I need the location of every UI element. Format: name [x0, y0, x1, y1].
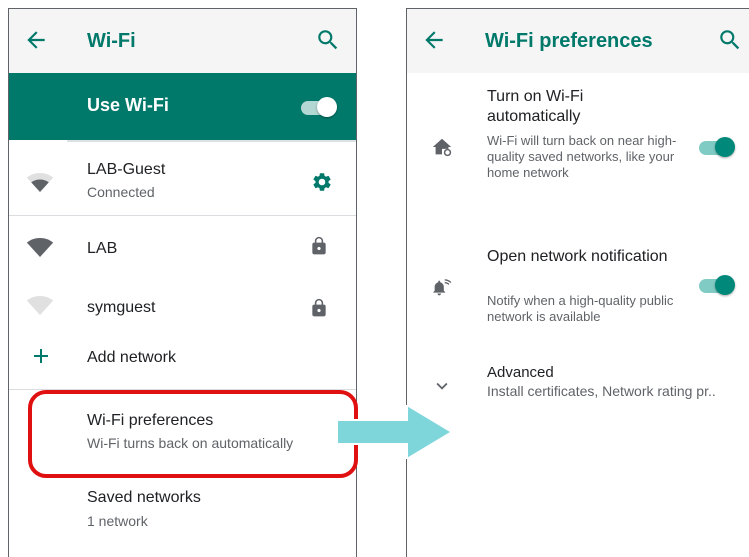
- page-title: Wi-Fi preferences: [485, 30, 653, 52]
- switch-thumb: [317, 97, 337, 117]
- settings-gear-icon[interactable]: [311, 171, 333, 193]
- add-network-item[interactable]: Add network: [9, 332, 356, 390]
- open-network-notification-item[interactable]: Open network notification Notify when a …: [407, 233, 749, 343]
- use-wifi-label: Use Wi-Fi: [87, 95, 169, 115]
- network-name: LAB-Guest: [87, 161, 166, 178]
- highlight-box: [28, 390, 358, 478]
- switch-thumb: [715, 275, 735, 295]
- network-item-lab[interactable]: LAB: [9, 216, 356, 274]
- turn-on-wifi-automatically-item[interactable]: Turn on Wi-Fi automatically Wi-Fi will t…: [407, 73, 749, 223]
- network-item-lab-guest[interactable]: LAB-Guest Connected: [9, 149, 356, 215]
- auto-wifi-subtitle: Wi-Fi will turn back on near high-qualit…: [487, 133, 677, 180]
- saved-networks-item[interactable]: Saved networks 1 network: [9, 475, 356, 545]
- switch-thumb: [715, 137, 735, 157]
- wifi-signal-icon: [26, 173, 54, 192]
- wifi-signal-icon: [26, 238, 54, 257]
- search-icon[interactable]: [717, 27, 743, 53]
- wifi-auto-icon: [432, 138, 452, 157]
- advanced-subtitle: Install certificates, Network rating pr.…: [487, 383, 716, 399]
- use-wifi-toggle-row[interactable]: Use Wi-Fi: [9, 73, 356, 142]
- page-title: Wi-Fi: [87, 30, 136, 52]
- plus-icon: [34, 349, 48, 363]
- app-bar: Wi-Fi preferences: [407, 9, 749, 73]
- auto-wifi-title: Turn on Wi-Fi automatically: [487, 88, 584, 125]
- transition-arrow-icon: [337, 405, 452, 459]
- auto-wifi-switch[interactable]: [697, 137, 737, 157]
- wifi-notification-icon: [433, 279, 452, 296]
- network-name: LAB: [87, 240, 118, 257]
- search-icon[interactable]: [315, 27, 341, 53]
- network-item-symguest[interactable]: symguest: [9, 274, 356, 332]
- open-network-switch[interactable]: [697, 275, 737, 295]
- app-bar: Wi-Fi: [9, 9, 356, 73]
- use-wifi-switch[interactable]: [299, 97, 339, 117]
- saved-networks-title: Saved networks: [87, 489, 201, 506]
- lock-icon: [312, 298, 326, 317]
- back-arrow-icon[interactable]: [23, 27, 49, 53]
- wifi-signal-icon: [26, 296, 54, 315]
- lock-icon: [312, 236, 326, 255]
- saved-networks-subtitle: 1 network: [87, 513, 148, 529]
- wifi-preferences-screen: Wi-Fi preferences Turn on Wi-Fi automati…: [406, 8, 749, 557]
- advanced-title: Advanced: [487, 364, 554, 381]
- advanced-item[interactable]: Advanced Install certificates, Network r…: [407, 353, 749, 413]
- add-network-label: Add network: [87, 349, 176, 366]
- open-network-title: Open network notification: [487, 248, 668, 265]
- usewifi-underline: [67, 140, 356, 142]
- chevron-down-icon: [436, 382, 448, 390]
- network-name: symguest: [87, 299, 156, 316]
- open-network-subtitle: Notify when a high-quality public networ…: [487, 293, 674, 324]
- network-status: Connected: [87, 184, 155, 200]
- back-arrow-icon[interactable]: [421, 27, 447, 53]
